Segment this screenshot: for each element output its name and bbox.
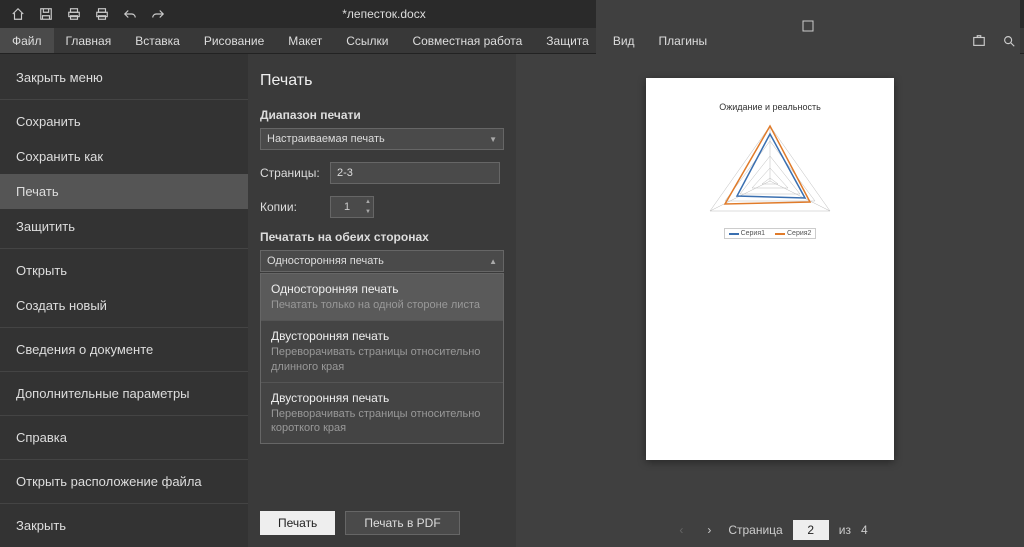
- sides-value: Односторонняя печать: [267, 255, 384, 267]
- menu-doc-info[interactable]: Сведения о документе: [0, 332, 248, 367]
- tab-references[interactable]: Ссылки: [334, 28, 400, 53]
- chevron-down-icon: ▼: [489, 135, 497, 144]
- sides-option-3[interactable]: Двусторонняя печать Переворачивать стран…: [261, 383, 503, 444]
- print-heading: Печать: [260, 72, 504, 90]
- open-location-icon[interactable]: [964, 28, 994, 53]
- pages-label: Страницы:: [260, 166, 320, 180]
- copies-spinner[interactable]: 1 ▲▼: [330, 196, 374, 218]
- page-label: Страница: [728, 523, 782, 537]
- next-page-button[interactable]: ›: [700, 521, 718, 539]
- chart-title: Ожидание и реальность: [719, 102, 821, 112]
- print-icon[interactable]: [60, 0, 88, 28]
- menu-save-as[interactable]: Сохранить как: [0, 139, 248, 174]
- tab-plugins[interactable]: Плагины: [647, 28, 720, 53]
- preview-pane: Ожидание и реальность: [516, 54, 1024, 547]
- range-label: Диапазон печати: [260, 108, 504, 122]
- page-preview: Ожидание и реальность: [646, 78, 894, 460]
- pages-input[interactable]: [330, 162, 500, 184]
- copies-value: 1: [331, 201, 363, 213]
- print-pdf-button[interactable]: Печать в PDF: [345, 511, 459, 535]
- menu-save[interactable]: Сохранить: [0, 104, 248, 139]
- tab-insert[interactable]: Вставка: [123, 28, 192, 53]
- redo-icon[interactable]: [144, 0, 172, 28]
- menu-open[interactable]: Открыть: [0, 253, 248, 288]
- sides-option-1[interactable]: Односторонняя печать Печатать только на …: [261, 274, 503, 321]
- menu-close-doc[interactable]: Закрыть: [0, 508, 248, 543]
- prev-page-button[interactable]: ‹: [672, 521, 690, 539]
- print-button[interactable]: Печать: [260, 511, 335, 535]
- print-panel: Печать Диапазон печати Настраиваемая печ…: [248, 54, 516, 547]
- spin-down-icon[interactable]: ▼: [363, 207, 373, 217]
- save-icon[interactable]: [32, 0, 60, 28]
- menu-close[interactable]: Закрыть меню: [0, 60, 248, 95]
- page-navigator: ‹ › Страница из 4: [516, 513, 1024, 547]
- menu-protect[interactable]: Защитить: [0, 209, 248, 244]
- menu-help[interactable]: Справка: [0, 420, 248, 455]
- home-icon[interactable]: [4, 0, 32, 28]
- sides-option-2[interactable]: Двусторонняя печать Переворачивать стран…: [261, 321, 503, 383]
- page-total: 4: [861, 523, 868, 537]
- tab-bar: Файл Главная Вставка Рисование Макет Ссы…: [0, 28, 1024, 54]
- sides-select[interactable]: Односторонняя печать ▲: [260, 250, 504, 272]
- quickprint-icon[interactable]: [88, 0, 116, 28]
- minimize-button[interactable]: —: [790, 0, 826, 6]
- page-input[interactable]: [793, 520, 829, 540]
- tab-collab[interactable]: Совместная работа: [400, 28, 534, 53]
- tab-view[interactable]: Вид: [601, 28, 647, 53]
- page-of-label: из: [839, 523, 851, 537]
- menu-create-new[interactable]: Создать новый: [0, 288, 248, 323]
- tab-draw[interactable]: Рисование: [192, 28, 276, 53]
- chart-legend: Серия1 Серия2: [724, 228, 817, 239]
- tab-protect[interactable]: Защита: [534, 28, 601, 53]
- search-icon[interactable]: [994, 28, 1024, 53]
- menu-print[interactable]: Печать: [0, 174, 248, 209]
- tab-layout[interactable]: Макет: [276, 28, 334, 53]
- sides-dropdown: Односторонняя печать Печатать только на …: [260, 273, 504, 444]
- tab-home[interactable]: Главная: [54, 28, 124, 53]
- range-value: Настраиваемая печать: [267, 133, 385, 145]
- radar-chart: [695, 116, 845, 226]
- document-title: *лепесток.docx: [172, 7, 596, 21]
- titlebar: *лепесток.docx 1 — ✕: [0, 0, 1024, 28]
- menu-advanced[interactable]: Дополнительные параметры: [0, 376, 248, 411]
- undo-icon[interactable]: [116, 0, 144, 28]
- spin-up-icon[interactable]: ▲: [363, 197, 373, 207]
- menu-open-location[interactable]: Открыть расположение файла: [0, 464, 248, 499]
- tab-file[interactable]: Файл: [0, 28, 54, 53]
- file-menu-sidebar: Закрыть меню Сохранить Сохранить как Печ…: [0, 54, 248, 547]
- chevron-up-icon: ▲: [489, 257, 497, 266]
- range-select[interactable]: Настраиваемая печать ▼: [260, 128, 504, 150]
- copies-label: Копии:: [260, 200, 320, 214]
- sides-label: Печатать на обеих сторонах: [260, 230, 504, 244]
